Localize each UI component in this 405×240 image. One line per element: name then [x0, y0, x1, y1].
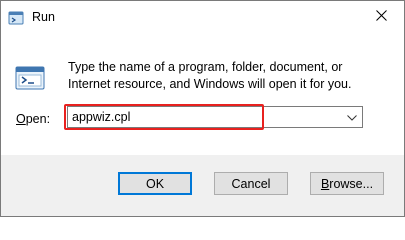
- open-label-accelerator: O: [16, 112, 26, 126]
- close-icon: [375, 9, 387, 24]
- run-dialog: Run Type the name of a program, folder, …: [0, 0, 405, 217]
- instruction-text: Type the name of a program, folder, docu…: [68, 60, 352, 91]
- button-bar: OK Cancel Browse...: [1, 155, 404, 216]
- browse-accelerator: B: [320, 176, 330, 191]
- chevron-down-icon: [347, 110, 357, 124]
- dialog-body: Type the name of a program, folder, docu…: [1, 32, 404, 155]
- open-input[interactable]: appwiz.cpl: [72, 110, 130, 124]
- open-label-rest: pen:: [25, 112, 51, 126]
- run-program-icon: [14, 62, 46, 94]
- ok-button[interactable]: OK: [118, 172, 192, 195]
- open-label: Open:: [16, 112, 50, 126]
- open-combobox[interactable]: appwiz.cpl: [67, 106, 363, 128]
- browse-label-rest: rowse...: [329, 176, 374, 191]
- title-bar[interactable]: Run: [1, 1, 404, 32]
- browse-button[interactable]: Browse...: [310, 172, 384, 195]
- run-icon: [8, 10, 24, 26]
- cancel-button[interactable]: Cancel: [214, 172, 288, 195]
- window-title: Run: [32, 10, 55, 24]
- dropdown-button[interactable]: [342, 107, 362, 127]
- close-button[interactable]: [358, 1, 404, 32]
